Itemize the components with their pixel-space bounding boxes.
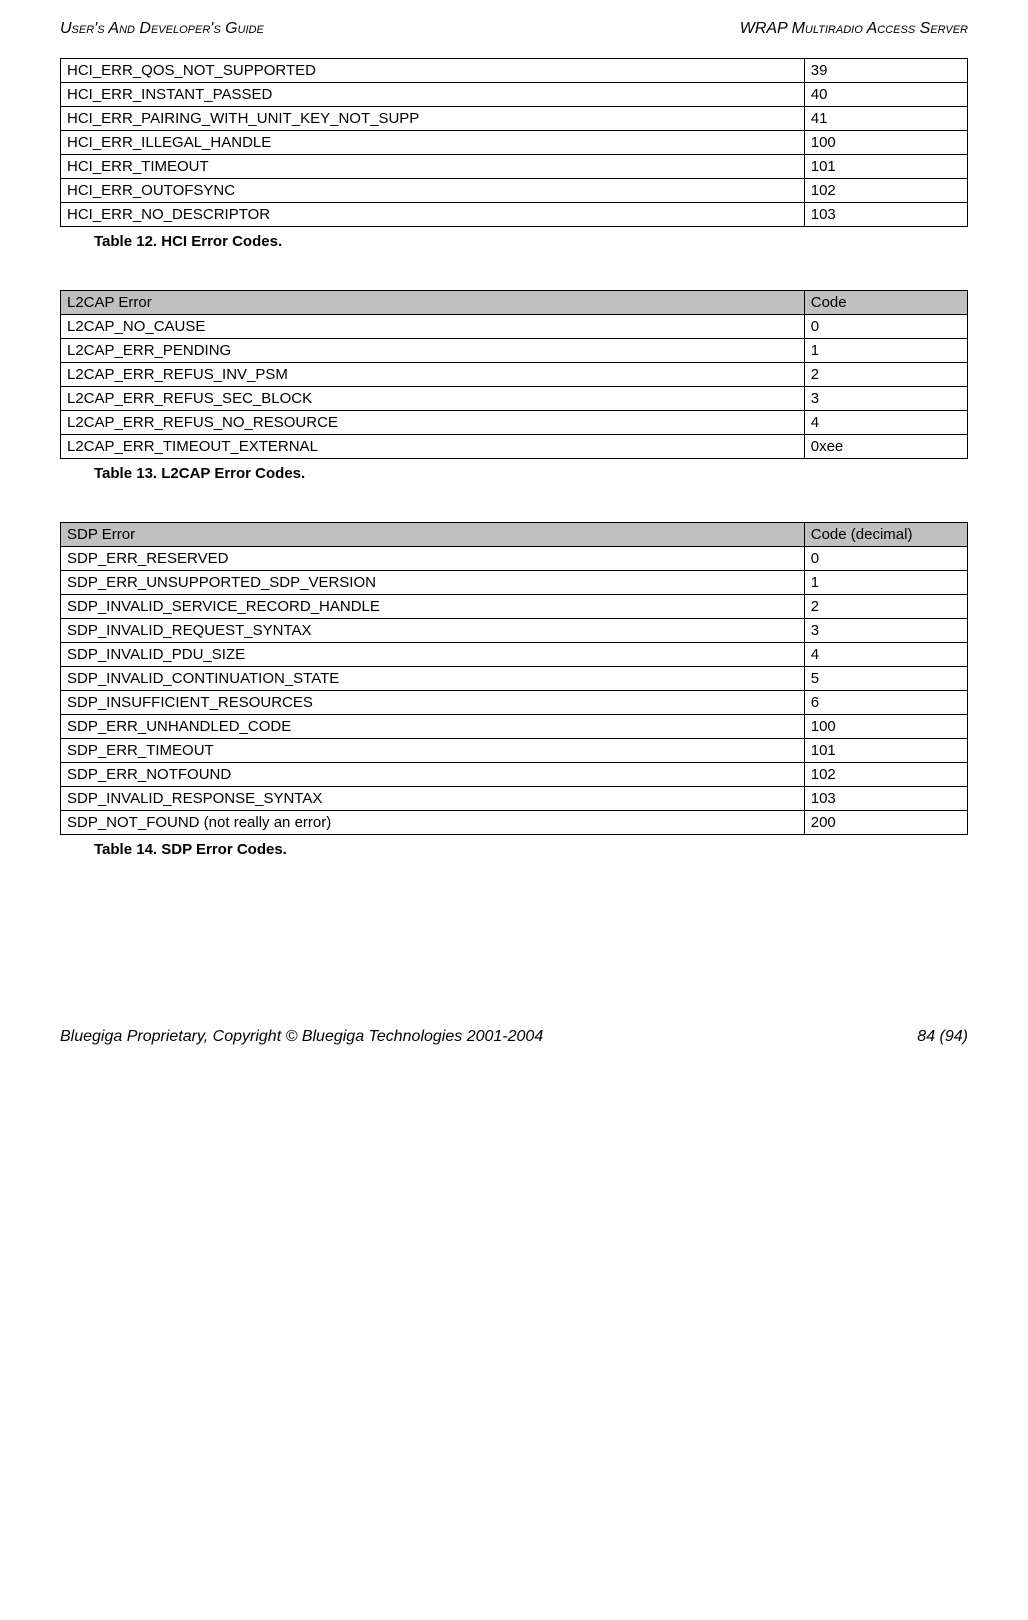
error-code-cell: 40 <box>804 83 967 107</box>
error-name-cell: SDP_ERR_TIMEOUT <box>61 739 805 763</box>
error-code-cell: 103 <box>804 787 967 811</box>
error-name-cell: SDP_ERR_NOTFOUND <box>61 763 805 787</box>
error-code-cell: 0xee <box>804 435 967 459</box>
caption-table14: Table 14. SDP Error Codes. <box>94 841 968 858</box>
footer-right: 84 (94) <box>917 1028 968 1046</box>
error-code-cell: 200 <box>804 811 967 835</box>
error-code-cell: 2 <box>804 595 967 619</box>
col-header: Code (decimal) <box>804 523 967 547</box>
table-row: SDP_INSUFFICIENT_RESOURCES6 <box>61 691 968 715</box>
error-name-cell: L2CAP_NO_CAUSE <box>61 315 805 339</box>
error-name-cell: L2CAP_ERR_REFUS_SEC_BLOCK <box>61 387 805 411</box>
error-name-cell: SDP_INVALID_REQUEST_SYNTAX <box>61 619 805 643</box>
caption-table12: Table 12. HCI Error Codes. <box>94 233 968 250</box>
error-code-cell: 100 <box>804 715 967 739</box>
error-name-cell: HCI_ERR_NO_DESCRIPTOR <box>61 203 805 227</box>
error-name-cell: L2CAP_ERR_REFUS_INV_PSM <box>61 363 805 387</box>
table-row: HCI_ERR_INSTANT_PASSED40 <box>61 83 968 107</box>
error-name-cell: SDP_INSUFFICIENT_RESOURCES <box>61 691 805 715</box>
error-name-cell: SDP_INVALID_SERVICE_RECORD_HANDLE <box>61 595 805 619</box>
error-code-cell: 4 <box>804 643 967 667</box>
table-row: SDP_ERR_TIMEOUT101 <box>61 739 968 763</box>
col-header: L2CAP Error <box>61 291 805 315</box>
table-row: L2CAP_NO_CAUSE0 <box>61 315 968 339</box>
table-row: L2CAP_ERR_REFUS_NO_RESOURCE4 <box>61 411 968 435</box>
error-code-cell: 103 <box>804 203 967 227</box>
error-code-cell: 4 <box>804 411 967 435</box>
error-name-cell: HCI_ERR_INSTANT_PASSED <box>61 83 805 107</box>
table-hci-errors: HCI_ERR_QOS_NOT_SUPPORTED39HCI_ERR_INSTA… <box>60 58 968 227</box>
table-row: SDP_INVALID_SERVICE_RECORD_HANDLE2 <box>61 595 968 619</box>
col-header: Code <box>804 291 967 315</box>
table-row: L2CAP_ERR_TIMEOUT_EXTERNAL0xee <box>61 435 968 459</box>
table-row: SDP_ERR_NOTFOUND102 <box>61 763 968 787</box>
table-row: SDP_INVALID_PDU_SIZE4 <box>61 643 968 667</box>
error-name-cell: HCI_ERR_QOS_NOT_SUPPORTED <box>61 59 805 83</box>
table-row: SDP_INVALID_CONTINUATION_STATE5 <box>61 667 968 691</box>
error-code-cell: 1 <box>804 339 967 363</box>
table-l2cap-errors: L2CAP Error Code L2CAP_NO_CAUSE0L2CAP_ER… <box>60 290 968 459</box>
error-code-cell: 41 <box>804 107 967 131</box>
error-code-cell: 2 <box>804 363 967 387</box>
table-row: HCI_ERR_ILLEGAL_HANDLE100 <box>61 131 968 155</box>
error-code-cell: 102 <box>804 763 967 787</box>
error-name-cell: HCI_ERR_OUTOFSYNC <box>61 179 805 203</box>
error-name-cell: HCI_ERR_PAIRING_WITH_UNIT_KEY_NOT_SUPP <box>61 107 805 131</box>
table-row: L2CAP_ERR_PENDING1 <box>61 339 968 363</box>
header-right: WRAP Multiradio Access Server <box>740 20 968 38</box>
error-name-cell: L2CAP_ERR_PENDING <box>61 339 805 363</box>
error-name-cell: SDP_INVALID_CONTINUATION_STATE <box>61 667 805 691</box>
error-name-cell: L2CAP_ERR_TIMEOUT_EXTERNAL <box>61 435 805 459</box>
table-row: L2CAP_ERR_REFUS_INV_PSM2 <box>61 363 968 387</box>
table-row: SDP_INVALID_RESPONSE_SYNTAX103 <box>61 787 968 811</box>
error-code-cell: 1 <box>804 571 967 595</box>
error-code-cell: 3 <box>804 619 967 643</box>
error-name-cell: SDP_ERR_UNSUPPORTED_SDP_VERSION <box>61 571 805 595</box>
table-row: SDP_NOT_FOUND (not really an error)200 <box>61 811 968 835</box>
table-row: HCI_ERR_PAIRING_WITH_UNIT_KEY_NOT_SUPP41 <box>61 107 968 131</box>
error-name-cell: SDP_ERR_RESERVED <box>61 547 805 571</box>
table-row: SDP_ERR_RESERVED0 <box>61 547 968 571</box>
error-code-cell: 0 <box>804 315 967 339</box>
error-name-cell: SDP_INVALID_PDU_SIZE <box>61 643 805 667</box>
table-header-row: L2CAP Error Code <box>61 291 968 315</box>
page-footer: Bluegiga Proprietary, Copyright © Bluegi… <box>60 1028 968 1046</box>
error-name-cell: L2CAP_ERR_REFUS_NO_RESOURCE <box>61 411 805 435</box>
table-row: HCI_ERR_NO_DESCRIPTOR103 <box>61 203 968 227</box>
footer-left: Bluegiga Proprietary, Copyright © Bluegi… <box>60 1028 543 1046</box>
error-name-cell: SDP_INVALID_RESPONSE_SYNTAX <box>61 787 805 811</box>
table-row: HCI_ERR_TIMEOUT101 <box>61 155 968 179</box>
table-row: SDP_INVALID_REQUEST_SYNTAX3 <box>61 619 968 643</box>
error-name-cell: SDP_NOT_FOUND (not really an error) <box>61 811 805 835</box>
table-row: SDP_ERR_UNHANDLED_CODE100 <box>61 715 968 739</box>
error-name-cell: HCI_ERR_ILLEGAL_HANDLE <box>61 131 805 155</box>
page-header: User's And Developer's Guide WRAP Multir… <box>60 20 968 38</box>
error-name-cell: SDP_ERR_UNHANDLED_CODE <box>61 715 805 739</box>
header-left: User's And Developer's Guide <box>60 20 264 38</box>
table-row: L2CAP_ERR_REFUS_SEC_BLOCK3 <box>61 387 968 411</box>
error-code-cell: 0 <box>804 547 967 571</box>
table-row: HCI_ERR_OUTOFSYNC102 <box>61 179 968 203</box>
caption-table13: Table 13. L2CAP Error Codes. <box>94 465 968 482</box>
table-row: SDP_ERR_UNSUPPORTED_SDP_VERSION1 <box>61 571 968 595</box>
error-code-cell: 3 <box>804 387 967 411</box>
error-code-cell: 100 <box>804 131 967 155</box>
error-code-cell: 102 <box>804 179 967 203</box>
col-header: SDP Error <box>61 523 805 547</box>
error-code-cell: 101 <box>804 155 967 179</box>
table-sdp-errors: SDP Error Code (decimal) SDP_ERR_RESERVE… <box>60 522 968 835</box>
error-code-cell: 39 <box>804 59 967 83</box>
error-name-cell: HCI_ERR_TIMEOUT <box>61 155 805 179</box>
error-code-cell: 101 <box>804 739 967 763</box>
table-header-row: SDP Error Code (decimal) <box>61 523 968 547</box>
table-row: HCI_ERR_QOS_NOT_SUPPORTED39 <box>61 59 968 83</box>
error-code-cell: 6 <box>804 691 967 715</box>
error-code-cell: 5 <box>804 667 967 691</box>
